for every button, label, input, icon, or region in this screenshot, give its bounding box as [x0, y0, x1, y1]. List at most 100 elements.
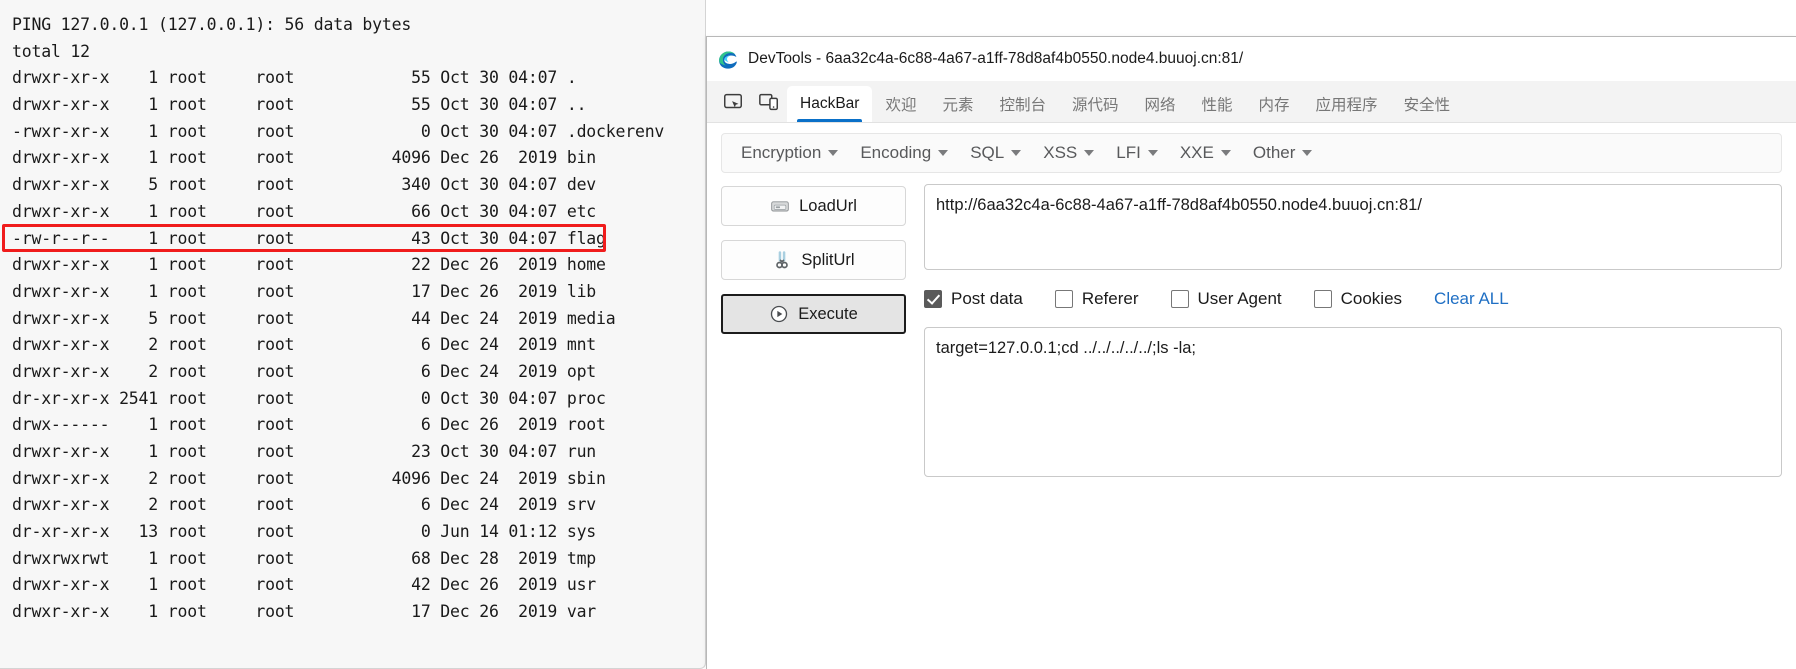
menu-label: XXE	[1179, 143, 1214, 162]
button-label: SplitUrl	[801, 250, 855, 269]
tab-hackbar[interactable]: HackBar	[787, 86, 873, 122]
hackbar-panel: Encryption Encoding SQL XSS LFI XXE Othe…	[707, 123, 1796, 669]
checkbox-label: Referer	[1081, 289, 1139, 308]
menu-encoding[interactable]: Encoding	[849, 138, 959, 168]
terminal-line: dr-xr-xr-x 2541 root root 0 Oct 30 04:07…	[12, 388, 606, 408]
terminal-line: drwxr-xr-x 2 root root 4096 Dec 24 2019 …	[12, 468, 606, 488]
menu-label: XSS	[1043, 143, 1078, 162]
terminal-line: -rwxr-xr-x 1 root root 0 Oct 30 04:07 .d…	[12, 121, 665, 141]
hackbar-menubar: Encryption Encoding SQL XSS LFI XXE Othe…	[721, 133, 1782, 173]
menu-label: Other	[1252, 143, 1296, 162]
terminal-line: drwxr-xr-x 5 root root 44 Dec 24 2019 me…	[12, 308, 616, 328]
terminal-line: drwxr-xr-x 1 root root 23 Oct 30 04:07 r…	[12, 442, 597, 461]
terminal-line: drwxr-xr-x 1 root root 55 Oct 30 04:07 .	[12, 68, 577, 88]
chevron-down-icon	[1302, 150, 1313, 156]
tab-label: 性能	[1201, 97, 1233, 114]
terminal-output-panel: PING 127.0.0.1 (127.0.0.1): 56 data byte…	[0, 0, 706, 669]
terminal-line: drwxr-xr-x 1 root root 42 Dec 26 2019 us…	[12, 575, 597, 595]
menu-label: LFI	[1116, 143, 1141, 162]
post-data-input[interactable]: target=127.0.0.1;cd ../../../../../;ls -…	[924, 327, 1782, 477]
request-options-row: Post data Referer User Agent Cookies Cle…	[924, 286, 1782, 312]
terminal-line: drwxr-xr-x 1 root root 4096 Dec 26 2019 …	[12, 148, 597, 168]
checkbox-label: User Agent	[1197, 289, 1282, 308]
url-input[interactable]: http://6aa32c4a-6c88-4a67-a1ff-78d8af4b0…	[924, 184, 1782, 270]
hackbar-main-area: LoadUrl SplitUrl Execute http://6aa32c4a…	[721, 184, 1782, 477]
chevron-down-icon	[1084, 150, 1095, 156]
terminal-line: drwxr-xr-x 5 root root 340 Oct 30 04:07 …	[12, 175, 597, 195]
terminal-line: drwxr-xr-x 1 root root 17 Dec 26 2019 li…	[12, 281, 597, 301]
post-data-checkbox[interactable]: Post data	[924, 289, 1023, 309]
menu-label: Encoding	[860, 143, 932, 162]
tab-label: 网络	[1144, 97, 1176, 114]
devtools-tabstrip: HackBar 欢迎 元素 控制台 源代码 网络 性能 内存 应用程序 安全性	[707, 81, 1796, 123]
tab-label: 欢迎	[885, 97, 917, 114]
checkbox-box[interactable]	[1313, 290, 1332, 308]
clear-all-link[interactable]: Clear ALL	[1434, 289, 1509, 309]
checkbox-box[interactable]	[924, 290, 942, 308]
devtools-title-text: DevTools - 6aa32c4a-6c88-4a67-a1ff-78d8a…	[748, 50, 1244, 67]
terminal-line: drwxr-xr-x 2 root root 6 Dec 24 2019 opt	[12, 361, 597, 381]
terminal-line: drwxr-xr-x 2 root root 6 Dec 24 2019 srv	[12, 495, 597, 515]
disk-drive-icon	[771, 201, 789, 212]
tab-elements[interactable]: 元素	[929, 86, 986, 122]
execute-button[interactable]: Execute	[721, 294, 906, 334]
tab-console[interactable]: 控制台	[986, 86, 1059, 122]
terminal-line: drwxr-xr-x 1 root root 66 Oct 30 04:07 e…	[12, 201, 597, 221]
chevron-down-icon	[938, 150, 949, 156]
tab-label: HackBar	[800, 95, 860, 112]
checkbox-box[interactable]	[1170, 290, 1189, 308]
device-toolbar-icon[interactable]	[751, 85, 787, 119]
tab-security[interactable]: 安全性	[1391, 86, 1464, 122]
tab-memory[interactable]: 内存	[1246, 86, 1303, 122]
tab-sources[interactable]: 源代码	[1059, 86, 1132, 122]
terminal-line-list: PING 127.0.0.1 (127.0.0.1): 56 data byte…	[12, 12, 705, 626]
checkbox-label: Cookies	[1340, 289, 1403, 308]
loadurl-button[interactable]: LoadUrl	[721, 186, 906, 226]
tab-label: 源代码	[1071, 97, 1119, 114]
menu-sql[interactable]: SQL	[959, 138, 1032, 168]
button-label: LoadUrl	[799, 196, 857, 215]
tab-performance[interactable]: 性能	[1189, 86, 1246, 122]
terminal-line: drwxr-xr-x 2 root root 6 Dec 24 2019 mnt	[12, 335, 597, 355]
tab-network[interactable]: 网络	[1132, 86, 1189, 122]
menu-label: SQL	[970, 143, 1005, 162]
devtools-window: DevTools - 6aa32c4a-6c88-4a67-a1ff-78d8a…	[706, 36, 1796, 669]
chevron-down-icon	[828, 150, 839, 156]
checkbox-label: Post data	[951, 289, 1023, 308]
terminal-line: PING 127.0.0.1 (127.0.0.1): 56 data byte…	[12, 15, 412, 34]
tab-application[interactable]: 应用程序	[1303, 86, 1391, 122]
tab-label: 控制台	[999, 97, 1046, 114]
terminal-line: -rw-r--r-- 1 root root 43 Oct 30 04:07 f…	[12, 228, 606, 248]
user-agent-checkbox[interactable]: User Agent	[1170, 289, 1282, 309]
checkbox-box[interactable]	[1054, 290, 1073, 308]
scissors-icon	[776, 251, 789, 269]
chevron-down-icon	[1011, 150, 1022, 156]
play-circle-icon	[771, 305, 788, 323]
chevron-down-icon	[1147, 150, 1158, 156]
terminal-line: dr-xr-xr-x 13 root root 0 Jun 14 01:12 s…	[12, 522, 597, 542]
tab-label: 内存	[1258, 97, 1290, 114]
terminal-line: drwxr-xr-x 1 root root 17 Dec 26 2019 va…	[12, 602, 597, 622]
spliturl-button[interactable]: SplitUrl	[721, 240, 906, 280]
menu-label: Encryption	[741, 143, 822, 162]
menu-other[interactable]: Other	[1242, 138, 1324, 168]
terminal-line: drwx------ 1 root root 6 Dec 26 2019 roo…	[12, 415, 606, 435]
hackbar-input-column: http://6aa32c4a-6c88-4a67-a1ff-78d8af4b0…	[924, 184, 1782, 477]
menu-encryption[interactable]: Encryption	[730, 138, 849, 168]
cookies-checkbox[interactable]: Cookies	[1313, 289, 1403, 309]
menu-xss[interactable]: XSS	[1032, 138, 1105, 168]
terminal-line: drwxr-xr-x 1 root root 55 Oct 30 04:07 .…	[12, 95, 587, 115]
terminal-line: drwxr-xr-x 1 root root 22 Dec 26 2019 ho…	[12, 255, 606, 275]
devtools-titlebar: DevTools - 6aa32c4a-6c88-4a67-a1ff-78d8a…	[707, 37, 1796, 81]
button-label: Execute	[798, 304, 858, 323]
tab-welcome[interactable]: 欢迎	[872, 86, 929, 122]
chevron-down-icon	[1220, 150, 1231, 156]
tab-label: 安全性	[1403, 97, 1451, 114]
tab-label: 应用程序	[1315, 97, 1378, 114]
menu-xxe[interactable]: XXE	[1169, 138, 1242, 168]
inspect-element-icon[interactable]	[715, 85, 751, 119]
menu-lfi[interactable]: LFI	[1105, 138, 1169, 168]
referer-checkbox[interactable]: Referer	[1054, 289, 1139, 309]
hackbar-button-column: LoadUrl SplitUrl Execute	[721, 184, 906, 477]
terminal-line: drwxrwxrwt 1 root root 68 Dec 28 2019 tm…	[12, 548, 597, 568]
